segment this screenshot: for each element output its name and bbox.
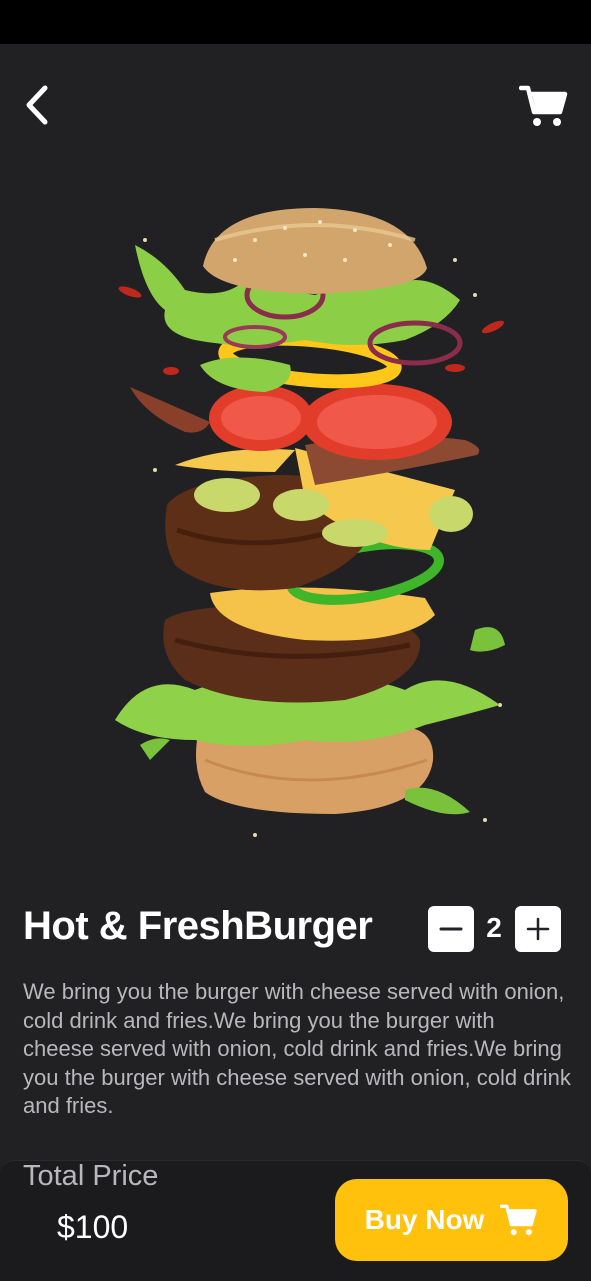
back-button[interactable] <box>14 82 58 128</box>
decrease-quantity-button[interactable] <box>428 906 474 952</box>
product-description: We bring you the burger with cheese serv… <box>23 979 571 1119</box>
increase-quantity-button[interactable] <box>515 906 561 952</box>
cart-button[interactable] <box>516 82 572 130</box>
total-price-label: Total Price <box>23 1160 159 1192</box>
burger-illustration <box>115 208 505 837</box>
plus-icon <box>526 917 550 941</box>
cart-icon <box>500 1204 538 1236</box>
burger-image <box>105 200 515 845</box>
product-title: Hot & FreshBurger <box>23 904 373 948</box>
buy-now-button[interactable]: Buy Now <box>335 1179 568 1261</box>
buy-now-label: Buy Now <box>364 1204 485 1235</box>
minus-icon <box>439 927 463 931</box>
chevron-left-icon <box>26 85 48 125</box>
total-price-value: $100 <box>57 1209 129 1245</box>
status-bar <box>0 0 591 44</box>
quantity-value: 2 <box>486 912 502 943</box>
cart-icon <box>519 85 568 126</box>
